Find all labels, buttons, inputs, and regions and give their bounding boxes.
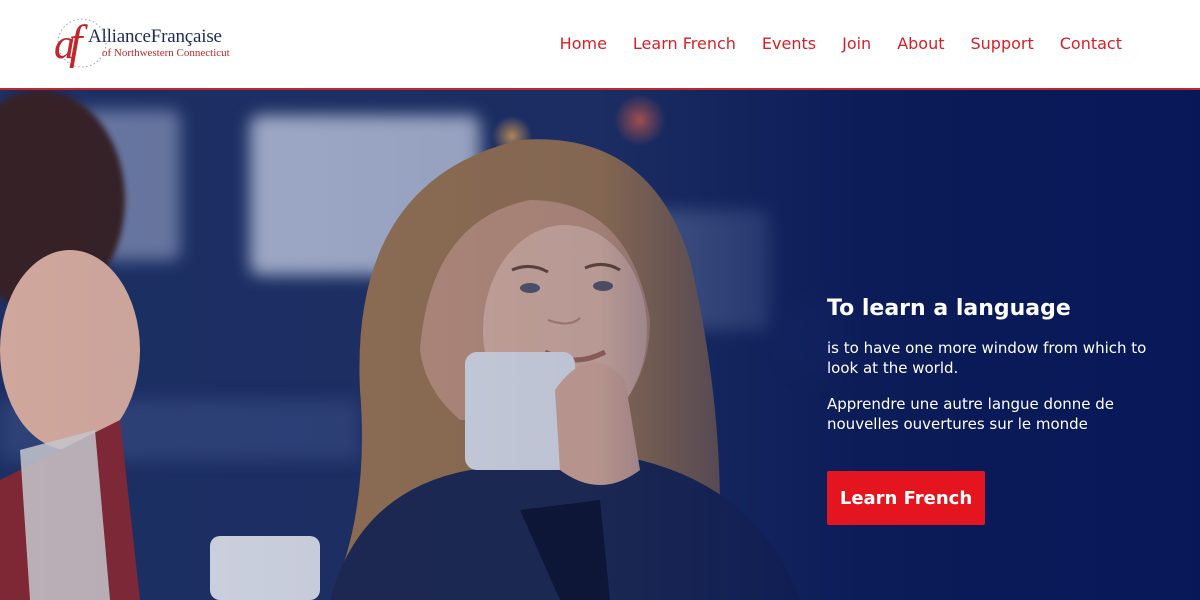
nav-join[interactable]: Join [842,34,871,53]
nav-home[interactable]: Home [560,34,607,53]
logo-title: AllianceFrançaise [88,26,222,47]
hero-heading: To learn a language [827,296,1071,321]
nav-contact[interactable]: Contact [1060,34,1122,53]
nav-events[interactable]: Events [762,34,816,53]
svg-text:f: f [69,16,88,69]
learn-french-button[interactable]: Learn French [827,471,985,525]
hero-text-block: To learn a language is to have one more … [827,296,1157,434]
nav-about[interactable]: About [897,34,944,53]
nav-support[interactable]: Support [971,34,1034,53]
site-logo[interactable]: a f AllianceFrançaise of Northwestern Co… [52,12,272,74]
logo-subtitle: of Northwestern Connecticut [102,47,230,59]
hero-quote-english: is to have one more window from which to… [827,339,1147,378]
hero-quote-french: Apprendre une autre langue donne de nouv… [827,395,1115,434]
hero-banner: To learn a language is to have one more … [0,90,1200,600]
site-header: a f AllianceFrançaise of Northwestern Co… [0,0,1200,90]
main-nav: Home Learn French Events Join About Supp… [560,34,1122,53]
nav-learn-french[interactable]: Learn French [633,34,736,53]
